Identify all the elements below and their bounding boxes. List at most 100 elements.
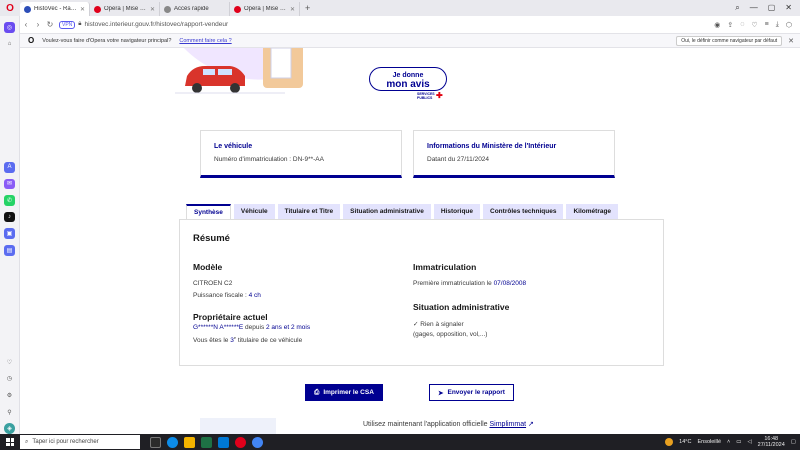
back-icon[interactable]: ‹ — [20, 20, 32, 29]
app-store-icon[interactable]: A — [4, 161, 15, 173]
tab-controles-techniques[interactable]: Contrôles techniques — [483, 204, 564, 219]
vpn-badge[interactable]: VPN — [59, 20, 76, 29]
reload-icon[interactable]: ↻ — [44, 20, 56, 29]
car-seller-illustration-icon — [175, 48, 303, 94]
send-icon: ➤ — [438, 389, 444, 397]
tab-label: HistoVec - Rapport vendeur — [34, 6, 78, 12]
report-tabs: Synthèse Véhicule Titulaire et Titre Sit… — [186, 204, 619, 219]
notification-close-icon[interactable]: ✕ — [788, 37, 794, 45]
summary-panel: Résumé Modèle CITROEN C2 Puissance fisca… — [179, 219, 664, 366]
start-button[interactable] — [0, 438, 20, 446]
new-tab-button[interactable]: + — [300, 3, 315, 13]
file-explorer-icon[interactable] — [184, 436, 195, 448]
maximize-icon[interactable]: ▢ — [768, 3, 776, 13]
opera-taskbar-icon[interactable] — [235, 436, 246, 448]
simplimmat-link[interactable]: Simplimmat — [490, 421, 527, 428]
weather-sun-icon[interactable] — [665, 438, 674, 446]
summary-title: Résumé — [193, 233, 230, 244]
model-heading: Modèle — [193, 262, 223, 272]
external-link-icon[interactable]: ↗ — [528, 421, 534, 428]
owner-name: G******N A******E — [193, 324, 244, 331]
tab-label: Accès rapide — [174, 6, 209, 12]
tab-kilometrage[interactable]: Kilométrage — [566, 204, 619, 219]
print-csa-button[interactable]: ⎙ Imprimer le CSA — [305, 384, 383, 401]
registration-heading: Immatriculation — [413, 262, 477, 272]
workspace-icon[interactable]: ▤ — [4, 245, 15, 256]
lock-icon[interactable]: 🔒︎ — [78, 21, 81, 28]
tab-label: Opera | Mise à jour terminée — [104, 6, 148, 12]
search-icon: ⌕ — [25, 438, 29, 445]
temperature: 14°C — [679, 439, 692, 445]
notification-message: Voulez-vous faire d'Opera votre navigate… — [42, 37, 172, 44]
owner-info: G******N A******E depuis 2 ans et 2 mois — [193, 324, 310, 331]
outlook-icon[interactable] — [218, 436, 229, 448]
tab-close-icon[interactable]: ✕ — [148, 6, 155, 13]
fiscal-power-label: Puissance fiscale : — [193, 292, 249, 299]
history-icon[interactable]: ◷ — [4, 373, 15, 384]
home-icon[interactable]: ⌂ — [4, 39, 15, 50]
set-default-button[interactable]: Oui, le définir comme navigateur par déf… — [676, 35, 783, 46]
messenger-icon[interactable]: ✉ — [4, 178, 15, 190]
ministry-card: Informations du Ministère de l'Intérieur… — [413, 130, 615, 178]
tab-vehicule[interactable]: Véhicule — [233, 204, 275, 219]
vpn-shield-icon[interactable]: ◈ — [4, 423, 15, 434]
how-to-link[interactable]: Comment faire cela ? — [179, 38, 231, 44]
tiktok-icon[interactable]: ♪ — [4, 211, 15, 223]
notifications-icon[interactable]: ▢ — [791, 439, 796, 445]
tray-chevron-icon[interactable]: ˄ — [727, 439, 730, 445]
extensions-icon[interactable]: ⬡ — [786, 21, 792, 29]
page-content: Je donne mon avis SERVICES PUBLICS ✚ Le … — [20, 48, 800, 434]
report-date: Datant du 27/11/2024 — [427, 156, 490, 163]
app-promo-text: Utilisez maintenant l'application offici… — [363, 420, 534, 428]
taskbar-search[interactable]: ⌕ Taper ici pour rechercher — [20, 435, 140, 449]
crypto-icon[interactable]: ◌ — [740, 21, 744, 29]
share-icon[interactable]: ⇪ — [727, 21, 733, 29]
tab-close-icon[interactable]: ✕ — [288, 6, 295, 13]
tab-close-icon[interactable]: ✕ — [78, 6, 85, 13]
first-registration-label: Première immatriculation le — [413, 280, 494, 287]
volume-icon[interactable]: ◁ — [747, 439, 751, 445]
network-icon[interactable]: ▭ — [736, 439, 741, 445]
feedback-button[interactable]: Je donne mon avis — [369, 67, 447, 91]
forward-icon[interactable]: › — [32, 20, 44, 29]
menu-icon[interactable]: ≡ — [765, 21, 769, 29]
browser-tab-histovec[interactable]: HistoVec - Rapport vendeur ✕ — [20, 2, 90, 16]
tab-favicon-icon — [24, 5, 31, 13]
tab-situation-administrative[interactable]: Situation administrative — [343, 204, 431, 219]
excel-icon[interactable] — [201, 436, 212, 448]
tab-synthese[interactable]: Synthèse — [186, 204, 231, 219]
model-name: CITROEN C2 — [193, 280, 233, 287]
minimize-icon[interactable]: — — [750, 3, 758, 13]
admin-status: ✓ Rien à signaler — [413, 320, 464, 328]
settings-icon[interactable]: ⚙ — [4, 390, 15, 401]
whatsapp-icon[interactable]: ✆ — [4, 195, 15, 206]
pin-icon[interactable]: ⚲ — [4, 407, 15, 418]
edge-icon[interactable] — [167, 436, 178, 448]
window-controls: ⌕ — ▢ ✕ — [735, 3, 800, 13]
clock[interactable]: 16:48 27/11/2024 — [758, 436, 785, 449]
ministry-card-title: Informations du Ministère de l'Intérieur — [427, 143, 557, 150]
aria-icon[interactable]: ◎ — [4, 22, 15, 33]
opera-logo-icon[interactable]: O — [0, 0, 20, 16]
close-window-icon[interactable]: ✕ — [785, 3, 792, 13]
player-icon[interactable]: ▣ — [4, 228, 15, 240]
browser-tab-opera-update-2[interactable]: Opera | Mise à jour terminée ✕ — [230, 2, 300, 16]
camera-icon[interactable]: ◉ — [714, 21, 720, 29]
heart-icon[interactable]: ♡ — [4, 357, 15, 368]
url-field[interactable]: histovec.interieur.gouv.fr/histovec/rapp… — [84, 21, 228, 28]
browser-tab-opera-update[interactable]: Opera | Mise à jour terminée ✕ — [90, 2, 160, 16]
task-view-icon[interactable] — [150, 436, 161, 448]
browser-tab-speed-dial[interactable]: Accès rapide — [160, 2, 230, 16]
bookmark-heart-icon[interactable]: ♡ — [751, 21, 757, 29]
chrome-icon[interactable] — [252, 436, 263, 448]
opera-o-icon: O — [28, 36, 35, 45]
admin-detail: (gages, opposition, vol,...) — [413, 331, 488, 338]
tab-favicon-icon — [94, 5, 101, 13]
download-icon[interactable]: ⤓ — [776, 21, 779, 29]
send-report-button[interactable]: ➤ Envoyer le rapport — [429, 384, 514, 401]
tab-titulaire[interactable]: Titulaire et Titre — [277, 204, 341, 219]
services-publics-plus-icon: ✚ — [436, 91, 443, 100]
tab-historique[interactable]: Historique — [433, 204, 481, 219]
search-tabs-icon[interactable]: ⌕ — [735, 3, 739, 13]
printer-icon: ⎙ — [314, 388, 320, 396]
